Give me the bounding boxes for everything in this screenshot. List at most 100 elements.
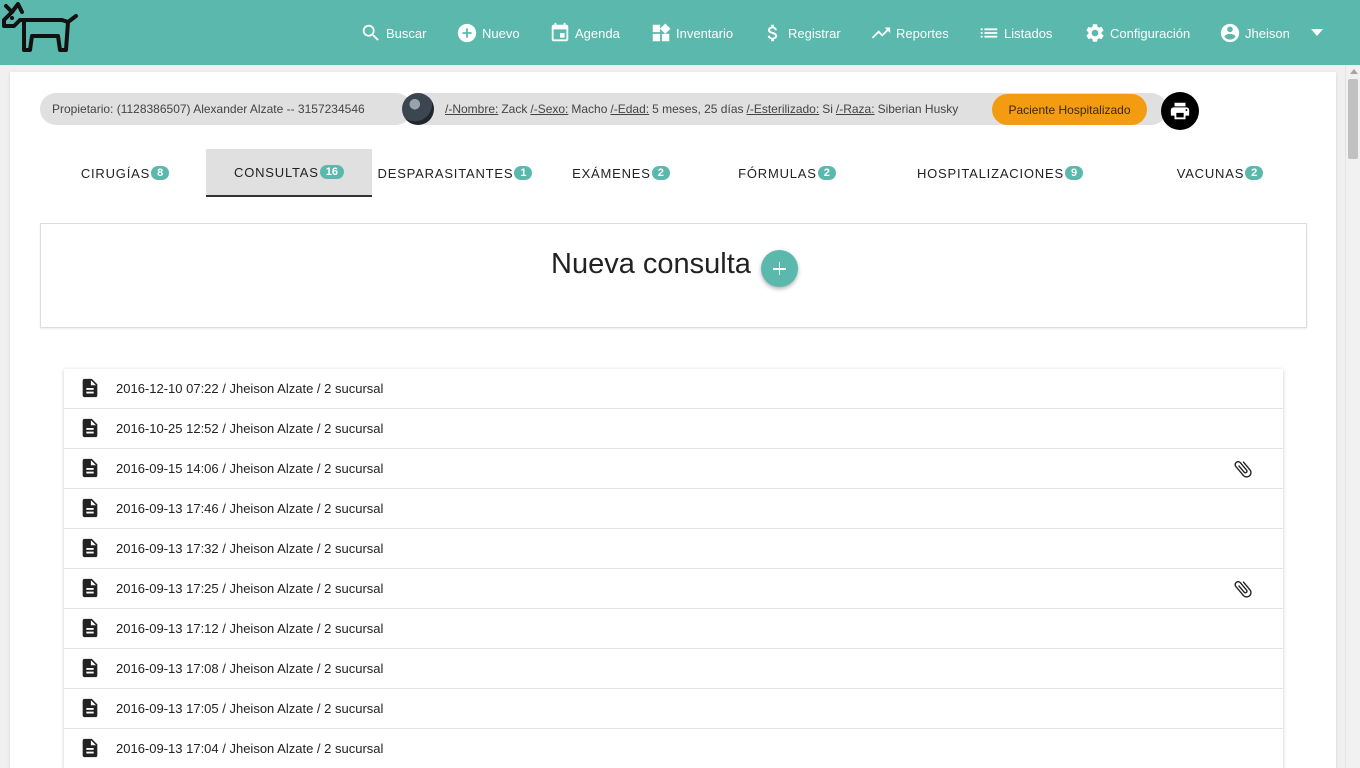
attachment-icon[interactable] — [1232, 578, 1254, 600]
document-icon — [79, 537, 101, 559]
consult-row[interactable]: 2016-09-13 17:12 / Jheison Alzate / 2 su… — [64, 609, 1283, 649]
consult-text: 2016-09-13 17:46 / Jheison Alzate / 2 su… — [116, 501, 384, 516]
tab-count-badge: 2 — [1245, 166, 1264, 180]
inventory-icon — [652, 23, 671, 42]
status-badge: Paciente Hospitalizado — [992, 94, 1147, 125]
gear-icon — [1086, 24, 1104, 42]
consult-text: 2016-09-15 14:06 / Jheison Alzate / 2 su… — [116, 461, 384, 476]
nav-agenda[interactable]: Agenda — [549, 20, 620, 46]
document-icon — [79, 497, 101, 519]
pet-sterilized-value: Si — [822, 102, 833, 116]
scroll-thumb[interactable] — [1348, 79, 1358, 159]
chevron-down-icon[interactable] — [1311, 29, 1323, 36]
consult-text: 2016-09-13 17:05 / Jheison Alzate / 2 su… — [116, 701, 384, 716]
pet-sex-label: /-Sexo: — [530, 102, 569, 116]
nav-label: Jheison — [1245, 25, 1290, 41]
tab-label: EXÁMENES — [572, 165, 651, 181]
tab-label: DESPARASITANTES — [377, 165, 514, 181]
page-scrollbar[interactable] — [1345, 65, 1360, 768]
nav-listados[interactable]: Listados — [978, 20, 1052, 46]
nav-user-menu[interactable]: Jheison — [1219, 20, 1290, 46]
print-button[interactable] — [1161, 92, 1199, 130]
document-icon — [79, 457, 101, 479]
tab-cirugias[interactable]: CIRUGÍAS 8 — [50, 149, 200, 197]
tab-count-badge: 2 — [817, 166, 836, 180]
pet-name-value: Zack — [501, 102, 528, 116]
consult-row[interactable]: 2016-09-13 17:04 / Jheison Alzate / 2 su… — [64, 729, 1283, 768]
nav-configuracion[interactable]: Configuración — [1084, 20, 1190, 46]
dollar-icon — [767, 24, 778, 42]
consult-row[interactable]: 2016-12-10 07:22 / Jheison Alzate / 2 su… — [64, 369, 1283, 409]
document-icon — [79, 417, 101, 439]
calendar-icon — [551, 22, 569, 42]
nav-reportes[interactable]: Reportes — [870, 20, 949, 46]
consult-row[interactable]: 2016-10-25 12:52 / Jheison Alzate / 2 su… — [64, 409, 1283, 449]
tab-count-badge: 2 — [651, 166, 670, 180]
dog-logo-icon[interactable] — [0, 0, 82, 62]
tab-label: CIRUGÍAS — [80, 165, 151, 181]
nav-registrar[interactable]: Registrar — [762, 20, 841, 46]
pet-age-label: /-Edad: — [610, 102, 650, 116]
document-icon — [79, 577, 101, 599]
pet-breed-value: Siberian Husky — [877, 102, 959, 116]
add-consult-button[interactable] — [761, 250, 798, 287]
consult-text: 2016-09-13 17:25 / Jheison Alzate / 2 su… — [116, 581, 384, 596]
nav-inventario[interactable]: Inventario — [650, 20, 733, 46]
tab-count-badge: 8 — [151, 166, 170, 180]
owner-text: Propietario: (1128386507) Alexander Alza… — [52, 102, 365, 116]
tab-formulas[interactable]: FÓRMULAS 2 — [704, 149, 870, 197]
new-consult-title: Nueva consulta — [551, 248, 751, 280]
tab-label: HOSPITALIZACIONES — [916, 165, 1064, 181]
tab-count-badge: 9 — [1064, 166, 1084, 180]
search-icon — [362, 24, 379, 41]
pet-avatar — [402, 93, 434, 125]
scroll-up-arrow-icon[interactable] — [1350, 69, 1358, 74]
tab-examenes[interactable]: EXÁMENES 2 — [538, 149, 704, 197]
nav-label: Configuración — [1110, 25, 1191, 41]
consult-text: 2016-09-13 17:32 / Jheison Alzate / 2 su… — [116, 541, 384, 556]
nav-label: Registrar — [788, 25, 841, 41]
nav-label: Listados — [1004, 25, 1053, 41]
status-text: Paciente Hospitalizado — [1008, 102, 1131, 117]
trending-icon — [871, 27, 891, 39]
document-icon — [79, 377, 101, 399]
pet-sterilized-label: /-Esterilizado: — [746, 102, 820, 116]
nav-nuevo[interactable]: Nuevo — [456, 20, 520, 46]
add-circle-icon — [457, 23, 477, 43]
document-icon — [79, 617, 101, 639]
attachment-icon[interactable] — [1232, 458, 1254, 480]
pet-age-value: 5 meses, 25 días — [652, 102, 744, 116]
nav-label: Nuevo — [482, 25, 520, 41]
tab-count-badge: 1 — [514, 166, 533, 180]
document-icon — [79, 697, 101, 719]
consult-text: 2016-09-13 17:08 / Jheison Alzate / 2 su… — [116, 661, 384, 676]
nav-label: Reportes — [896, 25, 949, 41]
consult-text: 2016-09-13 17:12 / Jheison Alzate / 2 su… — [116, 621, 384, 636]
nav-label: Buscar — [386, 25, 427, 41]
consult-row[interactable]: 2016-09-13 17:32 / Jheison Alzate / 2 su… — [64, 529, 1283, 569]
consult-row[interactable]: 2016-09-15 14:06 / Jheison Alzate / 2 su… — [64, 449, 1283, 489]
consult-text: 2016-10-25 12:52 / Jheison Alzate / 2 su… — [116, 421, 384, 436]
nav-label: Inventario — [676, 25, 734, 41]
nav-buscar[interactable]: Buscar — [360, 20, 426, 46]
consult-list: 2016-12-10 07:22 / Jheison Alzate / 2 su… — [64, 369, 1283, 768]
consult-text: 2016-09-13 17:04 / Jheison Alzate / 2 su… — [116, 741, 384, 756]
consult-row[interactable]: 2016-09-13 17:08 / Jheison Alzate / 2 su… — [64, 649, 1283, 689]
document-icon — [79, 657, 101, 679]
tab-count-badge: 16 — [319, 165, 344, 179]
nav-label: Agenda — [575, 25, 620, 41]
tab-desparasitantes[interactable]: DESPARASITANTES 1 — [372, 149, 538, 197]
consult-row[interactable]: 2016-09-13 17:46 / Jheison Alzate / 2 su… — [64, 489, 1283, 529]
consult-row[interactable]: 2016-09-13 17:05 / Jheison Alzate / 2 su… — [64, 689, 1283, 729]
pet-breed-label: /-Raza: — [835, 102, 875, 116]
tab-consultas[interactable]: CONSULTAS 16 — [206, 149, 372, 197]
top-navbar: Buscar Nuevo Agenda Inventario Registrar… — [0, 0, 1360, 65]
tab-hospitalizaciones[interactable]: HOSPITALIZACIONES 9 — [910, 149, 1090, 197]
consult-row[interactable]: 2016-09-13 17:25 / Jheison Alzate / 2 su… — [64, 569, 1283, 609]
tab-vacunas[interactable]: VACUNAS 2 — [1170, 149, 1270, 197]
owner-chip: Propietario: (1128386507) Alexander Alza… — [40, 93, 412, 125]
account-icon — [1220, 23, 1240, 43]
new-consult-panel: Nueva consulta — [40, 223, 1307, 328]
tab-label: CONSULTAS — [234, 164, 319, 180]
tab-label: FÓRMULAS — [738, 165, 817, 181]
